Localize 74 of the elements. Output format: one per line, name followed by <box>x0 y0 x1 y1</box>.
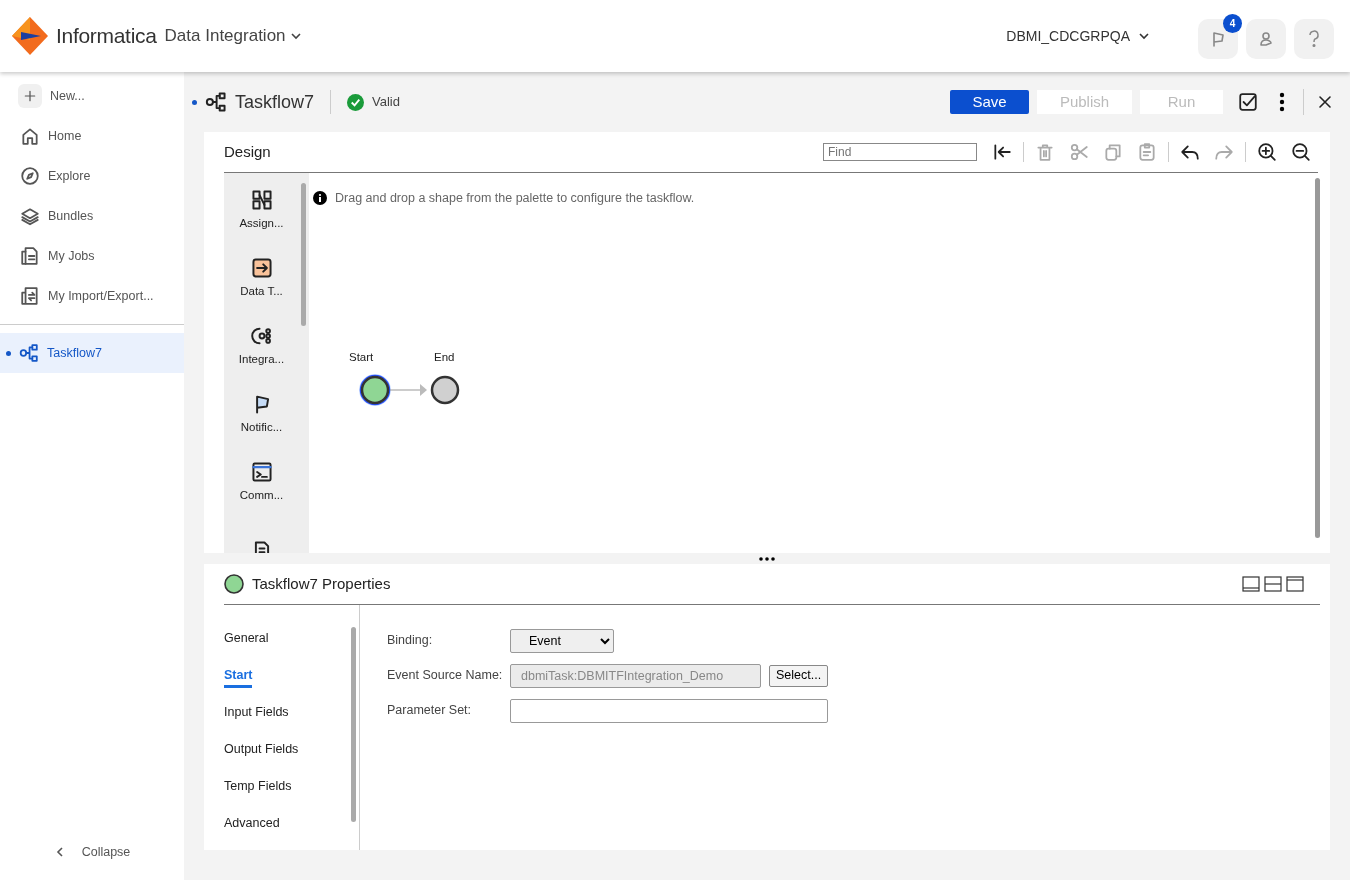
properties-title: Taskflow7 Properties <box>252 573 391 594</box>
user-icon <box>1257 29 1275 48</box>
chevron-down-icon <box>289 30 302 42</box>
palette-item[interactable]: Notific... <box>224 381 309 449</box>
design-title: Design <box>224 141 271 162</box>
sidebar-item[interactable]: Bundles <box>0 196 184 236</box>
property-tab[interactable]: General <box>224 620 269 657</box>
save-button[interactable]: Save <box>950 90 1029 114</box>
parameter-set-field[interactable] <box>510 698 828 723</box>
status-label: Valid <box>372 93 400 112</box>
layers-icon <box>20 206 40 226</box>
help-icon <box>1307 29 1321 48</box>
layout-split-icon <box>1264 576 1282 592</box>
property-tab[interactable]: Input Fields <box>224 694 289 731</box>
node-label: End <box>434 350 455 365</box>
palette-item[interactable]: Data T... <box>224 245 309 313</box>
zoom-out-icon <box>1291 142 1311 162</box>
taskflow-title: Taskflow7 <box>235 90 315 114</box>
taskflow-icon <box>19 343 39 363</box>
sidebar-item[interactable]: Home <box>0 116 184 156</box>
property-tab[interactable]: Temp Fields <box>224 768 292 805</box>
brand-name: Informatica <box>56 23 157 50</box>
start-node-icon <box>224 574 244 594</box>
user-button[interactable] <box>1246 18 1286 59</box>
find-field[interactable]: Find <box>823 143 977 161</box>
clipboard-icon <box>1137 142 1157 162</box>
checkbox-icon <box>1238 92 1258 112</box>
close-icon <box>1316 93 1334 111</box>
layout-bottom-icon <box>1242 576 1260 592</box>
connector-arrow <box>390 382 428 398</box>
assignment-icon <box>250 189 273 212</box>
more-icon <box>1279 92 1285 112</box>
home-icon <box>20 126 40 146</box>
info-icon <box>313 191 327 206</box>
plus-icon <box>23 89 37 103</box>
field-label: Parameter Set: <box>387 702 473 720</box>
property-tab[interactable]: Advanced <box>224 805 280 842</box>
sidebar-item[interactable]: My Jobs <box>0 236 184 276</box>
org-dropdown[interactable]: DBMI_CDCGRPQA <box>1006 25 1150 47</box>
taskflow-icon <box>205 91 227 113</box>
sidebar-item[interactable]: My Import/Export... <box>0 276 184 316</box>
property-tab[interactable]: Output Fields <box>224 731 299 768</box>
property-tab[interactable]: Start <box>224 657 253 694</box>
palette-item[interactable]: Integra... <box>224 313 309 381</box>
product-dropdown[interactable]: Data Integration <box>164 23 302 49</box>
palette-item[interactable]: Assign... <box>224 177 309 245</box>
terminal-icon <box>250 461 273 484</box>
notification-count: 4 <box>1223 13 1242 33</box>
open-tab-item[interactable]: Taskflow7 <box>0 333 184 373</box>
field-label: Binding: <box>387 632 434 650</box>
layout-top-icon <box>1286 576 1304 592</box>
collapse-left-icon <box>992 142 1012 162</box>
compass-icon <box>20 166 40 186</box>
end-node[interactable] <box>428 373 462 407</box>
sidebar-item[interactable]: New... <box>0 76 184 116</box>
node-label: Start <box>349 350 374 365</box>
start-node[interactable] <box>358 373 392 407</box>
binding-dropdown[interactable]: Event <box>510 628 614 653</box>
collapse-button[interactable]: Collapse <box>0 832 184 872</box>
sidebar-item[interactable]: Explore <box>0 156 184 196</box>
palette-item[interactable]: Comm... <box>224 449 309 517</box>
import-export-icon <box>20 286 40 306</box>
logo-icon <box>12 17 48 55</box>
scissors-icon <box>1069 142 1089 162</box>
documents-icon <box>20 246 40 266</box>
trash-icon <box>1035 142 1055 162</box>
copy-icon <box>1103 142 1123 162</box>
data-task-icon <box>250 257 273 280</box>
zoom-in-icon <box>1257 142 1277 162</box>
chevron-down-icon <box>1138 30 1150 42</box>
valid-check-icon <box>347 93 365 111</box>
resize-handle[interactable] <box>759 556 775 561</box>
hint-text: Drag and drop a shape from the palette to configure the taskflow. <box>335 190 695 207</box>
field-label: Event Source Name: <box>387 667 504 685</box>
